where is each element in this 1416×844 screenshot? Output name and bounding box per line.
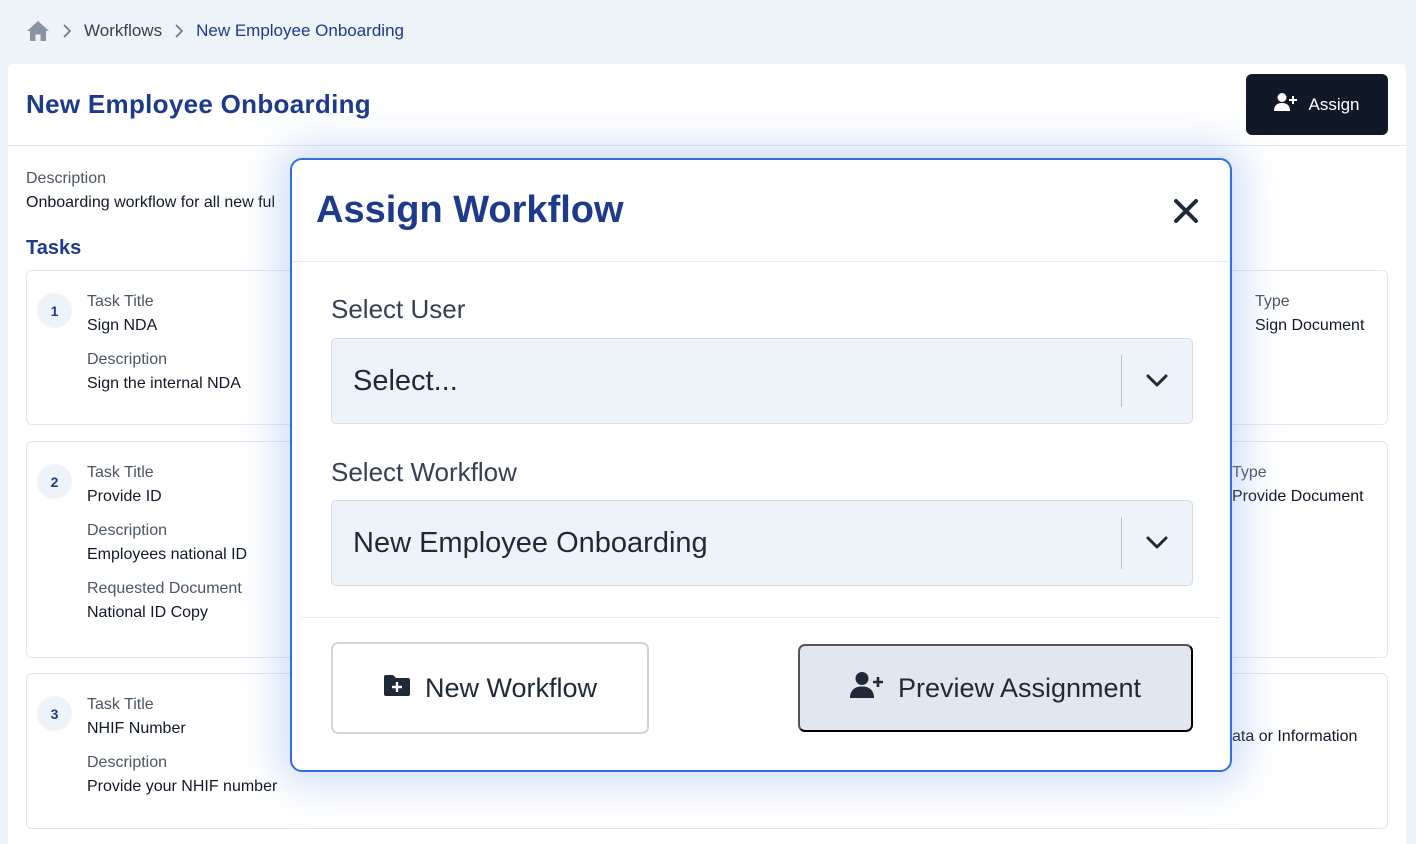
- preview-assignment-button[interactable]: Preview Assignment: [798, 644, 1193, 732]
- add-user-icon: [1274, 92, 1298, 117]
- modal-title: Assign Workflow: [316, 189, 624, 231]
- modal-header: Assign Workflow: [292, 160, 1230, 262]
- assign-workflow-modal: Assign Workflow Select User Select... Se…: [290, 158, 1232, 772]
- task-number: 3: [37, 696, 72, 731]
- description-label: Description: [26, 170, 107, 187]
- new-workflow-label: New Workflow: [424, 672, 598, 703]
- breadcrumb: Workflows New Employee Onboarding: [26, 18, 404, 44]
- task-title-label: Task Title: [87, 293, 154, 310]
- chevron-down-icon[interactable]: [1122, 500, 1192, 586]
- new-workflow-button[interactable]: New Workflow: [331, 642, 649, 734]
- task-title: NHIF Number: [87, 720, 186, 737]
- add-user-icon: [849, 671, 884, 706]
- chevron-right-icon: [172, 24, 186, 38]
- preview-assignment-label: Preview Assignment: [897, 672, 1142, 703]
- task-description-label: Description: [87, 522, 168, 539]
- task-description: Sign the internal NDA: [87, 375, 241, 392]
- task-type: ata or Information: [1232, 728, 1358, 745]
- page-title: New Employee Onboarding: [26, 89, 371, 119]
- select-workflow-label: Select Workflow: [331, 457, 517, 487]
- tasks-heading: Tasks: [26, 237, 82, 259]
- task-title-label: Task Title: [87, 464, 154, 481]
- task-number: 2: [37, 464, 72, 499]
- task-type-label: Type: [1255, 293, 1290, 310]
- close-icon[interactable]: [1166, 191, 1206, 231]
- folder-plus-icon: [383, 673, 411, 704]
- task-title: Sign NDA: [87, 317, 158, 334]
- card-header: New Employee Onboarding Assign: [8, 64, 1406, 146]
- task-type: Sign Document: [1255, 317, 1365, 334]
- select-workflow-value: New Employee Onboarding: [353, 526, 708, 559]
- task-number: 1: [37, 293, 72, 328]
- select-user-value: Select...: [353, 364, 458, 397]
- assign-button-label: Assign: [1308, 94, 1360, 114]
- requested-document-label: Requested Document: [87, 580, 242, 597]
- home-icon[interactable]: [26, 20, 50, 42]
- chevron-down-icon[interactable]: [1122, 338, 1192, 424]
- task-type-label: Type: [1232, 464, 1267, 481]
- breadcrumb-workflows[interactable]: Workflows: [84, 21, 162, 41]
- task-description: Provide your NHIF number: [87, 778, 278, 795]
- workflow-description: Description Onboarding workflow for all …: [26, 170, 275, 212]
- task-description: Employees national ID: [87, 546, 248, 563]
- task-title: Provide ID: [87, 488, 162, 505]
- select-workflow-dropdown[interactable]: New Employee Onboarding: [331, 500, 1193, 586]
- task-type: Provide Document: [1232, 488, 1364, 505]
- description-value: Onboarding workflow for all new ful: [26, 194, 276, 211]
- modal-divider: [302, 617, 1220, 618]
- assign-button[interactable]: Assign: [1246, 74, 1388, 135]
- select-user-dropdown[interactable]: Select...: [331, 338, 1193, 424]
- task-description-label: Description: [87, 351, 168, 368]
- task-description-label: Description: [87, 754, 168, 771]
- chevron-right-icon: [60, 24, 74, 38]
- task-title-label: Task Title: [87, 696, 154, 713]
- breadcrumb-current: New Employee Onboarding: [196, 21, 404, 40]
- requested-document: National ID Copy: [87, 604, 208, 621]
- select-user-label: Select User: [331, 294, 466, 324]
